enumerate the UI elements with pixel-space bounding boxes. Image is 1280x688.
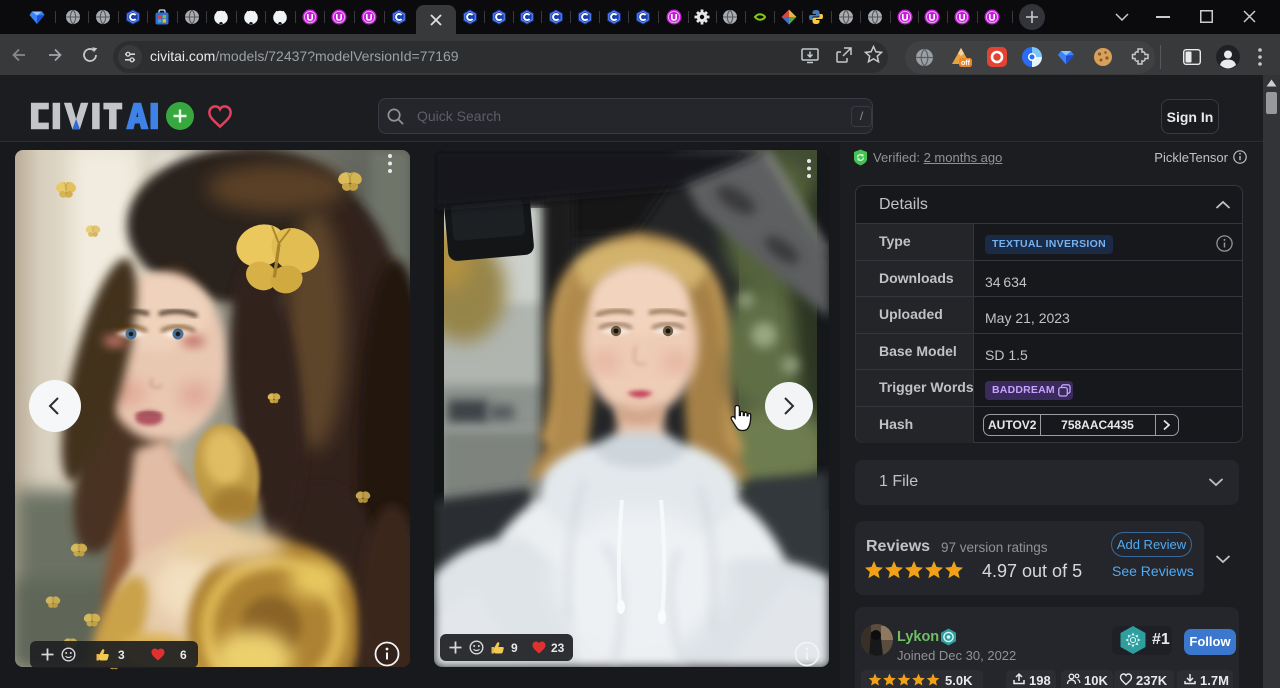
svg-text:off: off: [961, 60, 971, 67]
